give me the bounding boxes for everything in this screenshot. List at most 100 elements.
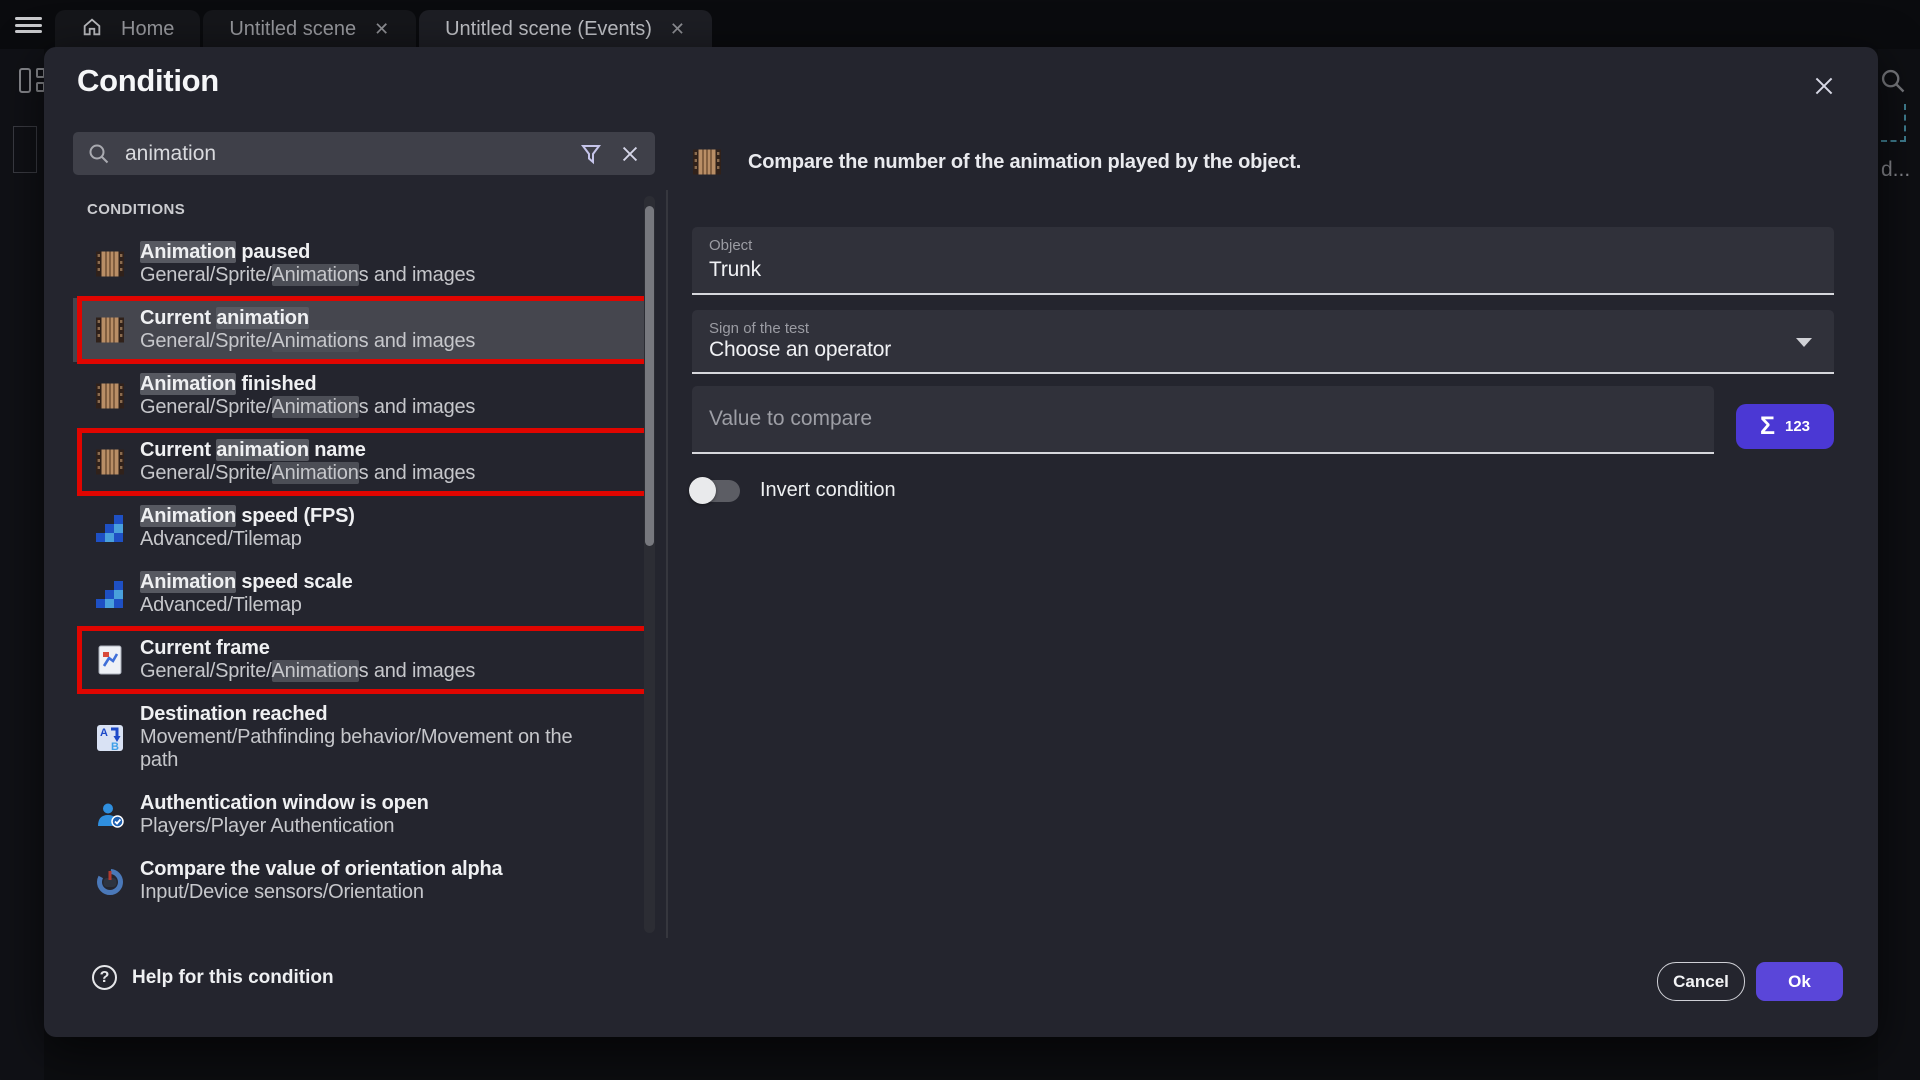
invert-condition-toggle[interactable] — [692, 480, 740, 502]
expression-editor-button[interactable]: Σ 123 — [1736, 404, 1834, 449]
object-field-label: Object — [709, 237, 752, 254]
film-icon — [95, 249, 125, 279]
condition-title: Destination reached — [140, 703, 610, 726]
tab-label: Home — [121, 18, 174, 41]
condition-title: Authentication window is open — [140, 792, 429, 815]
operator-select[interactable]: Sign of the test Choose an operator — [692, 310, 1834, 374]
operator-field-value: Choose an operator — [709, 338, 891, 362]
condition-list-item[interactable]: Current frame General/Sprite/Animations … — [73, 628, 655, 692]
list-section-header: CONDITIONS — [87, 201, 655, 218]
toggle-knob — [689, 477, 716, 504]
svg-text:B: B — [111, 741, 119, 753]
svg-text:A: A — [100, 727, 108, 739]
help-link[interactable]: ? Help for this condition — [92, 965, 334, 990]
condition-path: Movement/Pathfinding behavior/Movement o… — [140, 726, 610, 772]
condition-title: Animation paused — [140, 241, 475, 264]
value-to-compare-field — [692, 386, 1714, 454]
filter-icon — [579, 142, 603, 166]
dialog-close-button[interactable] — [1808, 73, 1840, 105]
tab-untitled-scene[interactable]: Untitled scene ✕ — [203, 10, 416, 49]
condition-path: Players/Player Authentication — [140, 815, 429, 838]
panels-icon — [19, 68, 45, 94]
auth-icon — [95, 800, 125, 830]
close-icon — [1811, 73, 1837, 99]
condition-dialog: Condition CONDITIONS Animation paused — [44, 47, 1878, 1037]
film-icon — [95, 315, 125, 345]
dialog-title: Condition — [77, 63, 219, 99]
condition-path: Advanced/Tilemap — [140, 528, 355, 551]
condition-description: Compare the number of the animation play… — [748, 151, 1301, 174]
search-icon — [87, 142, 111, 166]
ok-button[interactable]: Ok — [1756, 962, 1843, 1001]
list-scrollbar — [644, 196, 655, 933]
clear-search-button[interactable] — [611, 143, 655, 165]
conditions-list: CONDITIONS Animation paused General/Spri… — [73, 196, 655, 933]
animation-icon — [692, 147, 722, 177]
home-icon — [81, 16, 103, 44]
chevron-down-icon — [1796, 338, 1812, 347]
object-field-value: Trunk — [709, 258, 761, 282]
background-right-panel — [1878, 49, 1920, 1080]
tilemap-icon — [95, 513, 125, 543]
tab-close-icon[interactable]: ✕ — [670, 22, 686, 38]
film-icon — [95, 447, 125, 477]
event-selection-outline — [1881, 104, 1906, 142]
search-box — [73, 132, 655, 175]
condition-path: General/Sprite/Animations and images — [140, 660, 475, 683]
search-input[interactable] — [125, 142, 571, 166]
clear-icon — [619, 143, 641, 165]
condition-title: Animation speed scale — [140, 571, 353, 594]
invert-condition-row: Invert condition — [692, 479, 896, 502]
invert-condition-label: Invert condition — [760, 479, 896, 502]
condition-path: General/Sprite/Animations and images — [140, 264, 475, 287]
sigma-icon: Σ — [1760, 412, 1775, 441]
cancel-button[interactable]: Cancel — [1657, 962, 1745, 1001]
condition-title: Current animation name — [140, 439, 475, 462]
condition-list-item[interactable]: Animation speed scale Advanced/Tilemap — [73, 562, 655, 626]
pathfinding-icon: AB — [95, 723, 125, 753]
tab-label: Untitled scene (Events) — [445, 18, 652, 41]
condition-path: General/Sprite/Animations and images — [140, 396, 475, 419]
help-label: Help for this condition — [132, 967, 334, 989]
truncated-event-text: d... — [1881, 158, 1910, 182]
background-left-toolbar — [0, 49, 44, 1080]
tab-close-icon[interactable]: ✕ — [374, 22, 390, 38]
tilemap-icon — [95, 579, 125, 609]
expression-button-label: 123 — [1785, 418, 1810, 435]
object-field[interactable]: Object Trunk — [692, 227, 1834, 295]
tab-label: Untitled scene — [229, 18, 356, 41]
condition-list-item[interactable]: Compare the value of orientation alpha I… — [73, 849, 655, 913]
menu-icon[interactable] — [15, 17, 42, 33]
condition-title: Animation speed (FPS) — [140, 505, 355, 528]
condition-path: General/Sprite/Animations and images — [140, 462, 475, 485]
tab-home[interactable]: Home — [55, 10, 200, 49]
value-to-compare-input[interactable] — [709, 386, 1690, 452]
condition-description-row: Compare the number of the animation play… — [692, 147, 1301, 177]
tab-untitled-scene-events-[interactable]: Untitled scene (Events) ✕ — [419, 10, 712, 49]
film-icon — [95, 381, 125, 411]
condition-path: Input/Device sensors/Orientation — [140, 881, 502, 904]
search-icon[interactable] — [1879, 67, 1907, 95]
tab-bar: Home Untitled scene ✕ Untitled scene (Ev… — [55, 10, 712, 49]
condition-list-item[interactable]: Authentication window is open Players/Pl… — [73, 783, 655, 847]
help-icon: ? — [92, 965, 117, 990]
condition-title: Current frame — [140, 637, 475, 660]
condition-list-item[interactable]: Animation speed (FPS) Advanced/Tilemap — [73, 496, 655, 560]
orientation-icon — [95, 866, 125, 896]
condition-list-item[interactable]: Current animation name General/Sprite/An… — [73, 430, 655, 494]
condition-title: Compare the value of orientation alpha — [140, 858, 502, 881]
condition-list-item[interactable]: Animation paused General/Sprite/Animatio… — [73, 232, 655, 296]
app-topbar: Home Untitled scene ✕ Untitled scene (Ev… — [0, 0, 1920, 49]
panel-divider — [666, 190, 668, 938]
frame-icon — [95, 645, 125, 675]
condition-path: Advanced/Tilemap — [140, 594, 353, 617]
condition-list-item[interactable]: Current animation General/Sprite/Animati… — [73, 298, 655, 362]
condition-title: Animation finished — [140, 373, 475, 396]
condition-list-item[interactable]: Animation finished General/Sprite/Animat… — [73, 364, 655, 428]
condition-list-item[interactable]: AB Destination reached Movement/Pathfind… — [73, 694, 655, 781]
scrollbar-thumb[interactable] — [645, 206, 654, 546]
condition-path: General/Sprite/Animations and images — [140, 330, 475, 353]
operator-field-label: Sign of the test — [709, 320, 809, 337]
filter-button[interactable] — [571, 142, 611, 166]
background-button-outline — [13, 126, 37, 173]
